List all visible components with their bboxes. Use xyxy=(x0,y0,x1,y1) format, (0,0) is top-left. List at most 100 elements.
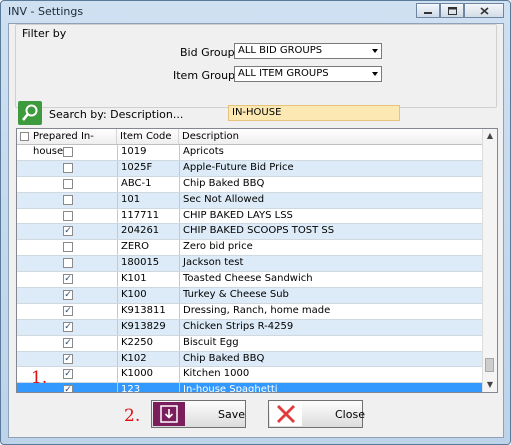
close-button[interactable]: Close xyxy=(268,400,365,428)
prepared-checkbox[interactable]: ✓ xyxy=(63,321,73,332)
item-code-cell: 1025F xyxy=(117,160,179,176)
scroll-down-icon[interactable]: ▼ xyxy=(483,378,497,392)
item-code-cell: K102 xyxy=(117,351,179,367)
description-cell: Toasted Cheese Sandwich xyxy=(179,272,482,288)
prepared-cell: ✓ xyxy=(17,304,117,319)
prepared-cell xyxy=(17,145,117,160)
prepared-checkbox[interactable] xyxy=(63,178,73,189)
description-cell: Apricots xyxy=(179,145,482,160)
maximize-button[interactable] xyxy=(440,3,464,18)
annotation-one: 1. xyxy=(31,368,48,388)
table-row[interactable]: ✓ K913811 Dressing, Ranch, home made xyxy=(17,303,482,320)
item-group-select[interactable]: ALL ITEM GROUPS xyxy=(234,66,382,82)
save-button[interactable]: Save xyxy=(151,400,246,428)
item-code-cell: 123 xyxy=(117,383,179,392)
table-row[interactable]: ✓ K2250 Biscuit Egg xyxy=(17,335,482,352)
table-row[interactable]: ✓ K913829 Chicken Strips R-4259 xyxy=(17,319,482,336)
prepared-checkbox[interactable]: ✓ xyxy=(63,305,73,316)
table-row[interactable]: 180015 Jackson test xyxy=(17,256,482,273)
description-cell: Turkey & Cheese Sub xyxy=(179,288,482,303)
item-code-cell: 204261 xyxy=(117,224,179,240)
prepared-cell xyxy=(17,193,117,208)
filter-legend: Filter by xyxy=(20,27,69,40)
window-title: INV - Settings xyxy=(8,5,84,18)
close-window-button[interactable] xyxy=(464,3,504,18)
table-row[interactable]: ✓ 123 In-house Spaghetti xyxy=(17,383,482,392)
prepared-checkbox[interactable]: ✓ xyxy=(63,385,73,392)
item-code-cell: K2250 xyxy=(117,335,179,351)
bid-group-value: ALL BID GROUPS xyxy=(238,45,323,56)
prepared-cell: ✓ xyxy=(17,288,117,303)
description-cell: CHIP BAKED SCOOPS TOST SS xyxy=(179,224,482,240)
prepared-cell: ✓ xyxy=(17,336,117,351)
description-cell: Chip Baked BBQ xyxy=(179,176,482,192)
table-row[interactable]: ✓ K100 Turkey & Cheese Sub xyxy=(17,288,482,304)
table-row[interactable]: ZERO Zero bid price xyxy=(17,240,482,257)
table-row[interactable]: 1019 Apricots xyxy=(17,145,482,161)
filter-group: Filter by Bid Group: ALL BID GROUPS Item… xyxy=(15,24,497,108)
item-code-cell: K913829 xyxy=(117,319,179,335)
chevron-down-icon xyxy=(372,49,378,53)
window-controls xyxy=(416,3,504,18)
select-all-checkbox[interactable] xyxy=(20,132,29,141)
item-code-cell: K913811 xyxy=(117,303,179,319)
item-code-cell: 101 xyxy=(117,192,179,208)
description-cell: Zero bid price xyxy=(179,240,482,256)
search-input[interactable]: IN-HOUSE xyxy=(228,105,400,121)
prepared-checkbox[interactable] xyxy=(63,258,73,269)
prepared-cell: ✓ xyxy=(17,272,117,287)
table-row[interactable]: 1025F Apple-Future Bid Price xyxy=(17,160,482,177)
item-code-cell: 180015 xyxy=(117,256,179,272)
table-row[interactable]: ABC-1 Chip Baked BBQ xyxy=(17,176,482,193)
item-code-cell: 117711 xyxy=(117,208,179,224)
close-label: Close xyxy=(335,408,365,421)
minimize-button[interactable] xyxy=(416,3,440,18)
prepared-checkbox[interactable] xyxy=(63,162,73,173)
description-cell: Jackson test xyxy=(179,256,482,272)
vertical-scrollbar[interactable]: ▲ ▼ xyxy=(482,129,497,392)
prepared-checkbox[interactable] xyxy=(63,194,73,205)
save-label: Save xyxy=(218,408,246,421)
item-group-value: ALL ITEM GROUPS xyxy=(238,68,329,79)
maximize-icon xyxy=(447,6,457,15)
prepared-cell: ✓ xyxy=(17,320,117,335)
table-row[interactable]: 101 Sec Not Allowed xyxy=(17,192,482,209)
bid-group-label: Bid Group: xyxy=(180,46,239,59)
table-row[interactable]: ✓ K1000 Kitchen 1000 xyxy=(17,367,482,384)
items-grid: Prepared In-house Item Code Description … xyxy=(16,128,498,393)
header-item-code[interactable]: Item Code xyxy=(117,129,179,144)
prepared-checkbox[interactable] xyxy=(63,210,73,221)
prepared-checkbox[interactable]: ✓ xyxy=(63,274,73,285)
search-button[interactable] xyxy=(18,101,42,125)
prepared-checkbox[interactable]: ✓ xyxy=(63,369,73,380)
client-area: Filter by Bid Group: ALL BID GROUPS Item… xyxy=(8,23,504,438)
close-x-icon xyxy=(270,402,302,426)
description-cell: CHIP BAKED LAYS LSS xyxy=(179,208,482,224)
scroll-thumb[interactable] xyxy=(485,358,494,372)
header-description[interactable]: Description xyxy=(179,129,482,144)
table-row[interactable]: ✓ K102 Chip Baked BBQ xyxy=(17,351,482,368)
prepared-cell: ✓ xyxy=(17,352,117,367)
item-group-label: Item Group: xyxy=(173,69,239,82)
item-code-cell: K101 xyxy=(117,272,179,288)
scroll-up-icon[interactable]: ▲ xyxy=(483,129,497,143)
minimize-icon xyxy=(424,11,432,14)
prepared-checkbox[interactable]: ✓ xyxy=(63,226,73,237)
table-row[interactable]: ✓ 204261 CHIP BAKED SCOOPS TOST SS xyxy=(17,224,482,241)
header-prepared-in-house[interactable]: Prepared In-house xyxy=(17,129,117,157)
prepared-checkbox[interactable]: ✓ xyxy=(63,290,73,301)
description-cell: Biscuit Egg xyxy=(179,335,482,351)
table-row[interactable]: 117711 CHIP BAKED LAYS LSS xyxy=(17,208,482,225)
close-x-icon xyxy=(479,6,489,15)
prepared-checkbox[interactable] xyxy=(63,147,73,157)
prepared-checkbox[interactable]: ✓ xyxy=(63,337,73,348)
search-label: Search by: Description... xyxy=(49,108,184,121)
magnifier-icon xyxy=(22,104,38,121)
table-row[interactable]: ✓ K101 Toasted Cheese Sandwich xyxy=(17,272,482,289)
prepared-checkbox[interactable] xyxy=(63,242,73,253)
prepared-checkbox[interactable]: ✓ xyxy=(63,353,73,364)
save-icon xyxy=(153,402,185,426)
item-code-cell: ABC-1 xyxy=(117,176,179,192)
bid-group-select[interactable]: ALL BID GROUPS xyxy=(234,43,382,59)
prepared-cell: ✓ xyxy=(17,224,117,239)
